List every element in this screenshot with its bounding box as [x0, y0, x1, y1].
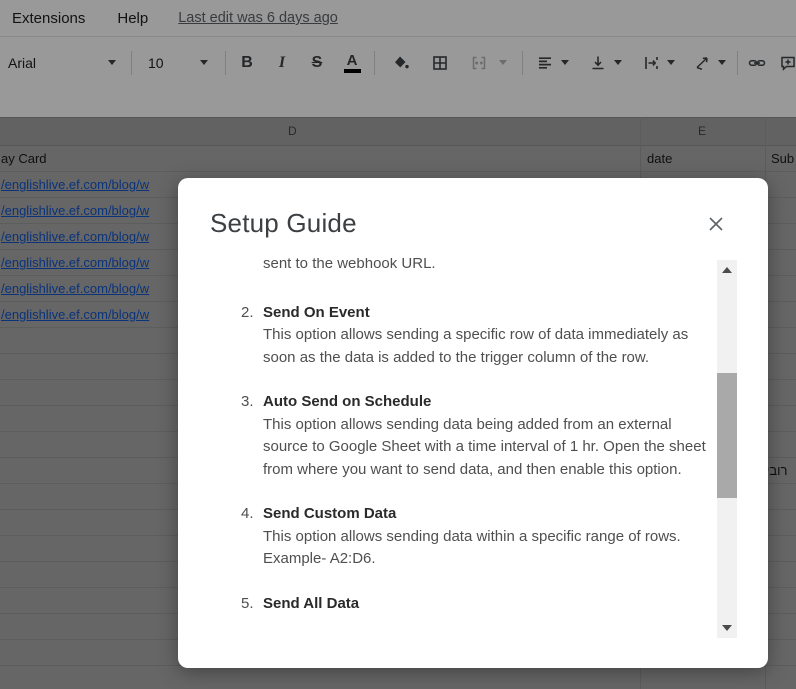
scroll-down-button[interactable]	[717, 618, 737, 638]
guide-item-title: Send All Data	[263, 594, 360, 612]
guide-item-title: Send On Event	[263, 303, 370, 321]
sheets-app: Extensions Help Last edit was 6 days ago…	[0, 0, 796, 689]
dialog-title: Setup Guide	[210, 208, 357, 238]
scroll-up-icon	[722, 267, 732, 273]
guide-item-1-partial: sent to the webhook URL.	[241, 258, 713, 276]
dialog-scrollbar[interactable]	[717, 260, 737, 638]
guide-item-body: sent to the webhook URL.	[263, 258, 436, 272]
guide-item-3: 3. Auto Send on Schedule This option all…	[241, 391, 713, 481]
guide-item-2: 2. Send On Event This option allows send…	[241, 302, 713, 370]
close-icon	[709, 217, 723, 231]
scroll-up-button[interactable]	[717, 260, 737, 280]
guide-item-title: Auto Send on Schedule	[263, 393, 432, 410]
guide-item-body: This option allows sending a specific ro…	[263, 326, 689, 366]
guide-item-body: This option allows sending data being ad…	[263, 415, 706, 478]
guide-item-body: This option allows sending data within a…	[263, 527, 681, 568]
guide-item-title: Send Custom Data	[263, 505, 397, 522]
scroll-down-icon	[722, 625, 732, 631]
setup-guide-dialog: Setup Guide sent to the webhook URL. 2. …	[178, 178, 768, 668]
guide-item-4: 4. Send Custom Data This option allows s…	[241, 503, 713, 571]
guide-item-5: 5. Send All Data	[241, 593, 713, 616]
guide-scroll-area[interactable]: sent to the webhook URL. 2. Send On Even…	[241, 258, 713, 638]
close-button[interactable]	[704, 212, 728, 236]
scrollbar-thumb[interactable]	[717, 373, 737, 498]
